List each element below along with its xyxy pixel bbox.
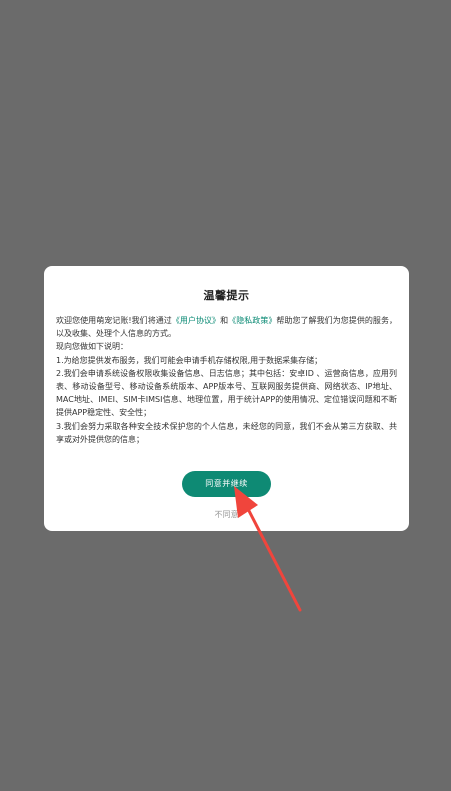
dialog-title: 温馨提示 (203, 289, 250, 302)
agree-continue-button[interactable]: 同意并继续 (182, 471, 271, 497)
explain-heading: 现向您做如下说明： (56, 342, 128, 352)
explain-item-3: 3.我们会努力采取各种安全技术保护您的个人信息，未经您的同意，我们不会从第三方获… (56, 421, 397, 444)
intro-before-text: 欢迎您使用萌宠记账!我们将通过 (56, 316, 172, 325)
privacy-policy-link[interactable]: 《隐私政策》 (228, 316, 276, 325)
disagree-button[interactable]: 不同意 (44, 509, 409, 520)
privacy-dialog: 温馨提示 欢迎您使用萌宠记账!我们将通过《用户协议》和《隐私政策》帮助您了解我们… (44, 266, 409, 531)
intro-and-text: 和 (220, 316, 229, 325)
dialog-body: 欢迎您使用萌宠记账!我们将通过《用户协议》和《隐私政策》帮助您了解我们为您提供的… (56, 314, 397, 446)
intro-paragraph: 欢迎您使用萌宠记账!我们将通过《用户协议》和《隐私政策》帮助您了解我们为您提供的… (56, 314, 397, 340)
screen-overlay: 温馨提示 欢迎您使用萌宠记账!我们将通过《用户协议》和《隐私政策》帮助您了解我们… (0, 0, 451, 791)
user-agreement-link[interactable]: 《用户协议》 (172, 316, 220, 325)
explain-item-2: 2.我们会申请系统设备权限收集设备信息、日志信息；其中包括：安卓ID 、运营商信… (56, 368, 397, 418)
explain-item-1: 1.为给您提供发布服务，我们可能会申请手机存储权限,用于数据采集存储； (56, 355, 323, 365)
